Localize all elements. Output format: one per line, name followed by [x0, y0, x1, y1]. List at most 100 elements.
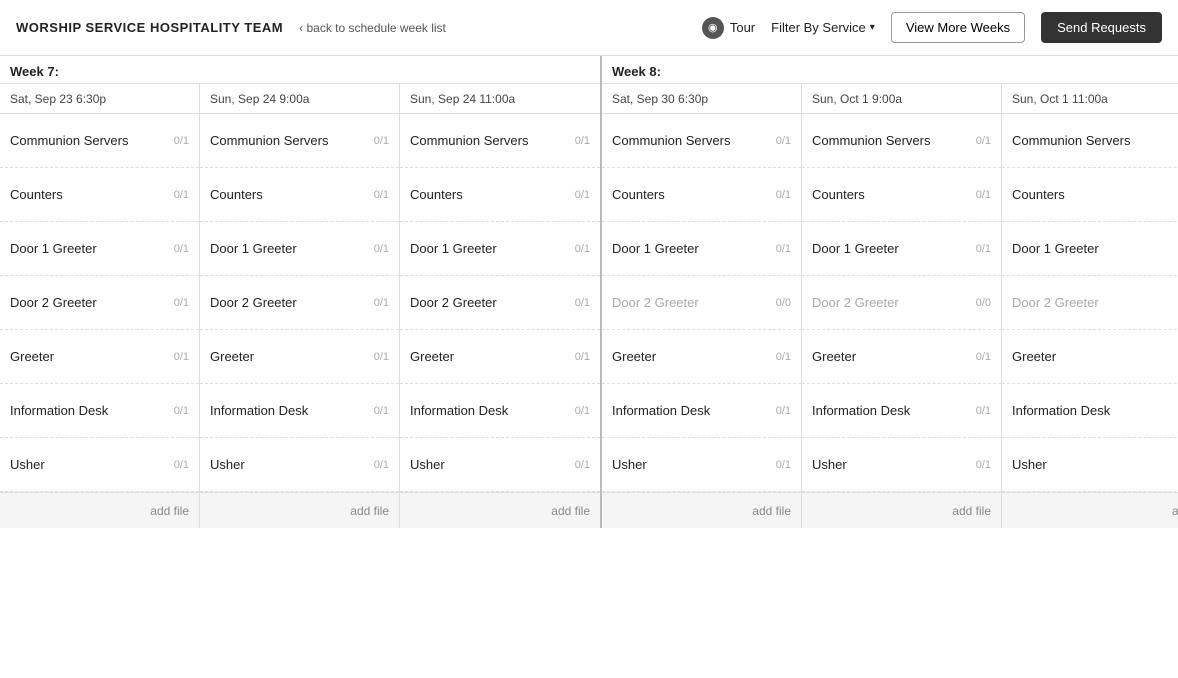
role-row[interactable]: Counters0/1 [200, 168, 399, 222]
role-row[interactable]: Greeter0/1 [0, 330, 199, 384]
role-name: Information Desk [410, 403, 508, 418]
role-row[interactable]: Counters0/1 [602, 168, 801, 222]
week-header-week7: Week 7: [0, 56, 600, 84]
role-row[interactable]: Door 1 Greeter0/1 [602, 222, 801, 276]
role-count: 0/1 [776, 135, 791, 147]
role-row[interactable]: Usher 0/1 [802, 438, 1001, 492]
role-row[interactable]: Information Desk 0/1 [400, 384, 600, 438]
role-row[interactable]: Counters [1002, 168, 1178, 222]
role-row[interactable]: Communion Servers [1002, 114, 1178, 168]
role-name: Communion Servers [410, 133, 529, 148]
tour-label: Tour [730, 20, 755, 35]
add-file-button[interactable]: add [1002, 492, 1178, 528]
role-row[interactable]: Greeter [1002, 330, 1178, 384]
role-row[interactable]: Door 2 Greeter 0/1 [200, 276, 399, 330]
role-count: 0/1 [174, 459, 189, 471]
role-row[interactable]: Door 2 Greeter0/1 [0, 276, 199, 330]
role-name: Door 2 Greeter [812, 295, 899, 310]
role-name: Usher [210, 457, 245, 472]
role-count: 0/1 [374, 243, 389, 255]
schedule-col-1-1: Sun, Oct 1 9:00aCommunion Servers0/1Coun… [802, 84, 1002, 528]
role-count: 0/1 [174, 189, 189, 201]
app-title: WORSHIP SERVICE HOSPITALITY TEAM [16, 20, 283, 35]
role-name: Door 2 Greeter [410, 295, 497, 310]
role-row[interactable]: Counters0/1 [400, 168, 600, 222]
role-row[interactable]: Information Desk 0/1 [802, 384, 1001, 438]
back-link[interactable]: back to schedule week list [299, 21, 446, 35]
add-file-button[interactable]: add file [0, 492, 199, 528]
role-row[interactable]: Door 1 Greeter0/1 [0, 222, 199, 276]
role-row[interactable]: Door 2 Greeter [1002, 276, 1178, 330]
role-row[interactable]: Usher0/1 [200, 438, 399, 492]
add-file-button[interactable]: add file [200, 492, 399, 528]
role-row[interactable]: Communion Servers 0/1 [200, 114, 399, 168]
send-requests-button[interactable]: Send Requests [1041, 12, 1162, 43]
week-header-week8: Week 8: [602, 56, 1178, 84]
role-row[interactable]: Door 2 Greeter0/1 [400, 276, 600, 330]
role-row[interactable]: Information Desk0/1 [0, 384, 199, 438]
role-row[interactable]: Communion Servers 0/1 [400, 114, 600, 168]
schedule-col-0-0: Sat, Sep 23 6:30pCommunion Servers0/1Cou… [0, 84, 200, 528]
role-row[interactable]: Usher 0/1 [0, 438, 199, 492]
week-section-week8: Week 8:Sat, Sep 30 6:30pCommunion Server… [602, 56, 1178, 528]
role-row[interactable]: Information Desk [1002, 384, 1178, 438]
role-count: 0/1 [976, 405, 991, 417]
role-row[interactable]: Door 1 Greeter0/1 [200, 222, 399, 276]
schedule-col-0-2: Sun, Sep 24 11:00aCommunion Servers0/1Co… [400, 84, 600, 528]
role-count: 0/1 [575, 459, 590, 471]
role-row[interactable]: Information Desk0/1 [602, 384, 801, 438]
role-name: Information Desk [812, 403, 910, 418]
role-row[interactable]: Communion Servers0/1 [802, 114, 1001, 168]
role-name: Greeter [410, 349, 454, 364]
role-count: 0/1 [575, 351, 590, 363]
role-name: Greeter [812, 349, 856, 364]
role-name: Information Desk [612, 403, 710, 418]
role-row[interactable]: Door 1 Greeter 0/1 [400, 222, 600, 276]
role-row[interactable]: Communion Servers0/1 [602, 114, 801, 168]
role-name: Door 2 Greeter [612, 295, 699, 310]
role-row[interactable]: Greeter0/1 [802, 330, 1001, 384]
role-row[interactable]: Counters0/1 [802, 168, 1001, 222]
role-row[interactable]: Door 1 Greeter 0/1 [802, 222, 1001, 276]
role-count: 0/1 [174, 243, 189, 255]
role-row[interactable]: Door 2 Greeter0/0 [802, 276, 1001, 330]
role-count: 0/1 [575, 243, 590, 255]
col-date-header: Sun, Sep 24 9:00a [200, 84, 399, 114]
role-count: 0/1 [976, 135, 991, 147]
role-count: 0/1 [976, 243, 991, 255]
role-count: 0/1 [575, 405, 590, 417]
role-name: Usher [10, 457, 45, 472]
add-file-button[interactable]: add file [802, 492, 1001, 528]
role-name: Counters [612, 187, 665, 202]
role-name: Door 1 Greeter [410, 241, 497, 256]
role-row[interactable]: Usher0/1 [400, 438, 600, 492]
role-count: 0/1 [374, 135, 389, 147]
view-more-weeks-button[interactable]: View More Weeks [891, 12, 1025, 43]
role-row[interactable]: Door 1 Greeter [1002, 222, 1178, 276]
add-file-button[interactable]: add file [602, 492, 801, 528]
role-count: 0/1 [976, 459, 991, 471]
role-row[interactable]: Usher0/1 [602, 438, 801, 492]
role-row[interactable]: Communion Servers0/1 [0, 114, 199, 168]
role-name: Communion Servers [210, 133, 329, 148]
role-name: Door 2 Greeter [1012, 295, 1099, 310]
role-row[interactable]: Counters0/1 [0, 168, 199, 222]
role-name: Usher [812, 457, 847, 472]
tour-button[interactable]: ◉ Tour [702, 17, 755, 39]
role-row[interactable]: Information Desk0/1 [200, 384, 399, 438]
role-name: Counters [210, 187, 263, 202]
role-name: Door 1 Greeter [812, 241, 899, 256]
role-row[interactable]: Greeter0/1 [602, 330, 801, 384]
role-row[interactable]: Greeter 0/1 [400, 330, 600, 384]
role-row[interactable]: Door 2 Greeter0/0 [602, 276, 801, 330]
role-name: Greeter [1012, 349, 1056, 364]
filter-by-service-button[interactable]: Filter By Service ▾ [771, 20, 875, 35]
role-row[interactable]: Usher [1002, 438, 1178, 492]
role-count: 0/1 [575, 189, 590, 201]
role-count: 0/1 [575, 135, 590, 147]
role-name: Door 2 Greeter [210, 295, 297, 310]
week-section-week7: Week 7:Sat, Sep 23 6:30pCommunion Server… [0, 56, 602, 528]
role-row[interactable]: Greeter0/1 [200, 330, 399, 384]
add-file-button[interactable]: add file [400, 492, 600, 528]
role-count: 0/1 [374, 297, 389, 309]
